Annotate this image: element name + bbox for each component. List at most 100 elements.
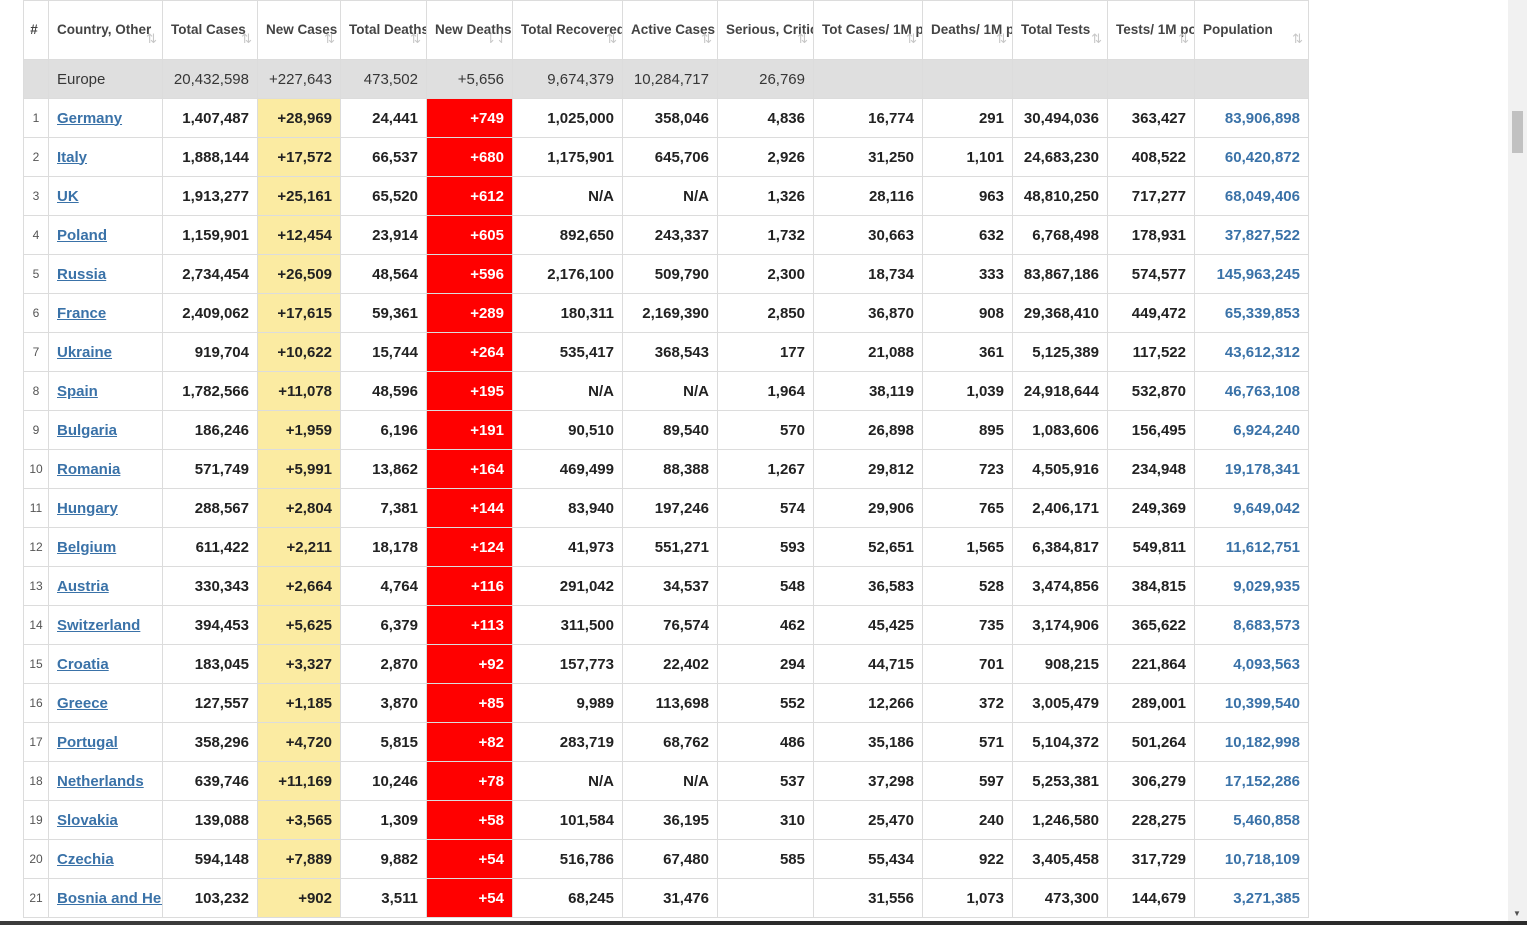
table-row: 19 Slovakia 139,088 +3,565 1,309 +58 101,584 36… [23, 800, 1309, 840]
sort-arrows-icon[interactable]: ⇅ [606, 29, 617, 49]
country-link[interactable]: Greece [57, 695, 108, 712]
covid-table-container: # Country, Other ⇅ Total Cases ⇅ New Cases ⇅ To… [23, 0, 1309, 918]
sort-arrows-icon[interactable]: ⇅ [701, 29, 712, 49]
column-header-cases-per-m[interactable]: Tot Cases/ 1M pop⇅ [813, 0, 923, 60]
cell-total-tests: 29,368,410 [1012, 293, 1108, 333]
cell-population[interactable]: 10,399,540 [1194, 683, 1309, 723]
table-row: 3 UK 1,913,277 +25,161 65,520 +612 N/A N/A 1,326… [23, 176, 1309, 216]
horizontal-scrollbar[interactable] [0, 921, 1527, 925]
cell-cases-per-m: 31,250 [813, 137, 923, 177]
country-link[interactable]: Austria [57, 578, 109, 595]
country-link[interactable]: Hungary [57, 500, 118, 517]
column-header-population[interactable]: Population ⇅ [1194, 0, 1309, 60]
cell-population[interactable]: 145,963,245 [1194, 254, 1309, 294]
cell-population[interactable]: 4,093,563 [1194, 644, 1309, 684]
total-cell-idx [23, 59, 49, 99]
country-link[interactable]: Italy [57, 149, 87, 166]
column-header-total-tests[interactable]: Total Tests ⇅ [1012, 0, 1108, 60]
scroll-down-arrow-icon[interactable]: ▼ [1513, 909, 1521, 918]
column-header-tests-per-m[interactable]: Tests/ 1M pop⇅ [1107, 0, 1195, 60]
cell-idx: 3 [23, 176, 49, 216]
cell-total-recovered: 180,311 [512, 293, 623, 333]
horizontal-scrollbar-thumb[interactable] [0, 921, 530, 925]
country-link[interactable]: Slovakia [57, 812, 118, 829]
column-header-country[interactable]: Country, Other ⇅ [48, 0, 163, 60]
column-header-active-cases[interactable]: Active Cases ⇅ [622, 0, 718, 60]
cell-population[interactable]: 10,718,109 [1194, 839, 1309, 879]
cell-total-tests: 473,300 [1012, 878, 1108, 918]
country-link[interactable]: Switzerland [57, 617, 140, 634]
country-link[interactable]: Spain [57, 383, 98, 400]
cell-population[interactable]: 65,339,853 [1194, 293, 1309, 333]
cell-cases-per-m: 18,734 [813, 254, 923, 294]
cell-population[interactable]: 37,827,522 [1194, 215, 1309, 255]
cell-total-cases: 2,734,454 [162, 254, 258, 294]
cell-population[interactable]: 8,683,573 [1194, 605, 1309, 645]
cell-population[interactable]: 3,271,385 [1194, 878, 1309, 918]
country-link[interactable]: UK [57, 188, 79, 205]
country-link[interactable]: Germany [57, 110, 122, 127]
country-link[interactable]: Czechia [57, 851, 114, 868]
cell-population[interactable]: 10,182,998 [1194, 722, 1309, 762]
cell-country: UK [48, 176, 163, 216]
vertical-scrollbar[interactable]: ▼ [1508, 0, 1527, 922]
cell-population[interactable]: 68,049,406 [1194, 176, 1309, 216]
column-header-new-cases[interactable]: New Cases ⇅ [257, 0, 341, 60]
country-link[interactable]: Croatia [57, 656, 109, 673]
cell-new-cases: +902 [257, 878, 341, 918]
column-header-total-deaths[interactable]: Total Deaths ⇅ [340, 0, 427, 60]
country-link[interactable]: Portugal [57, 734, 118, 751]
cell-total-recovered: 1,175,901 [512, 137, 623, 177]
scrollbar-thumb[interactable] [1512, 111, 1523, 153]
column-header-total-cases[interactable]: Total Cases ⇅ [162, 0, 258, 60]
cell-population[interactable]: 6,924,240 [1194, 410, 1309, 450]
cell-cases-per-m: 36,870 [813, 293, 923, 333]
sort-arrows-icon[interactable]: ⇅ [797, 29, 808, 49]
cell-population[interactable]: 60,420,872 [1194, 137, 1309, 177]
country-link[interactable]: France [57, 305, 106, 322]
sort-arrows-icon[interactable]: ⇅ [241, 29, 252, 49]
sort-arrows-icon[interactable]: ⇅ [1178, 29, 1189, 49]
country-link[interactable]: Ukraine [57, 344, 112, 361]
table-row: 11 Hungary 288,567 +2,804 7,381 +144 83,940 197… [23, 488, 1309, 528]
sort-arrows-icon[interactable]: ⇂⇃ [485, 29, 507, 49]
country-link[interactable]: Bosnia and Herzegovina [57, 890, 162, 907]
cell-population[interactable]: 43,612,312 [1194, 332, 1309, 372]
country-link[interactable]: Poland [57, 227, 107, 244]
cell-population[interactable]: 9,029,935 [1194, 566, 1309, 606]
sort-arrows-icon[interactable]: ⇅ [146, 29, 157, 49]
column-header-serious[interactable]: Serious, Critical⇅ [717, 0, 814, 60]
country-link[interactable]: Bulgaria [57, 422, 117, 439]
column-header-new-deaths[interactable]: New Deaths ⇂⇃ [426, 0, 513, 60]
sort-arrows-icon[interactable]: ⇅ [410, 29, 421, 49]
country-link[interactable]: Russia [57, 266, 106, 283]
cell-new-deaths: +749 [426, 98, 513, 138]
cell-population[interactable]: 46,763,108 [1194, 371, 1309, 411]
cell-population[interactable]: 5,460,858 [1194, 800, 1309, 840]
cell-total-tests: 2,406,171 [1012, 488, 1108, 528]
column-header-deaths-per-m[interactable]: Deaths/ 1M pop⇅ [922, 0, 1013, 60]
cell-population[interactable]: 9,649,042 [1194, 488, 1309, 528]
sort-arrows-icon[interactable]: ⇅ [324, 29, 335, 49]
cell-deaths-per-m: 963 [922, 176, 1013, 216]
country-link[interactable]: Romania [57, 461, 120, 478]
column-header-label: Population [1203, 22, 1273, 37]
cell-new-deaths: +92 [426, 644, 513, 684]
sort-arrows-icon[interactable]: ⇅ [906, 29, 917, 49]
cell-total-recovered: N/A [512, 371, 623, 411]
cell-new-cases: +26,509 [257, 254, 341, 294]
column-header-idx[interactable]: # [23, 0, 49, 60]
cell-country: Hungary [48, 488, 163, 528]
column-header-total-recovered[interactable]: Total Recovered ⇅ [512, 0, 623, 60]
country-link[interactable]: Belgium [57, 539, 116, 556]
sort-arrows-icon[interactable]: ⇅ [1292, 29, 1303, 49]
cell-population[interactable]: 17,152,286 [1194, 761, 1309, 801]
country-link[interactable]: Netherlands [57, 773, 144, 790]
sort-arrows-icon[interactable]: ⇅ [1091, 29, 1102, 49]
cell-population[interactable]: 19,178,341 [1194, 449, 1309, 489]
sort-arrows-icon[interactable]: ⇅ [996, 29, 1007, 49]
cell-tests-per-m: 249,369 [1107, 488, 1195, 528]
cell-population[interactable]: 83,906,898 [1194, 98, 1309, 138]
cell-population[interactable]: 11,612,751 [1194, 527, 1309, 567]
total-cell-serious: 26,769 [717, 59, 814, 99]
